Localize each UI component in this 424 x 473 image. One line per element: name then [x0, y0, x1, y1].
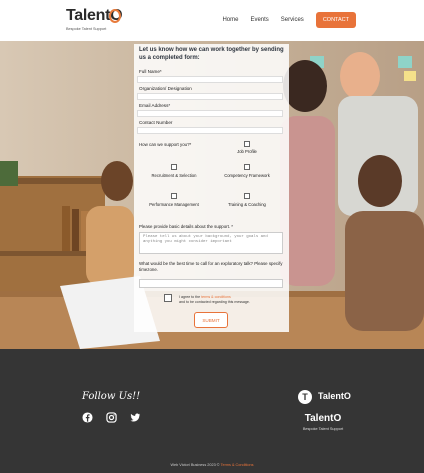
logo[interactable]: TalentO Bespoke Talent Support — [66, 7, 126, 35]
competency-checkbox[interactable] — [244, 164, 250, 170]
nav-home[interactable]: Home — [222, 17, 238, 23]
terms-footer-link[interactable]: Terms & Conditions — [221, 463, 254, 467]
call-time-label: What would be the best time to call for … — [139, 261, 283, 272]
training-checkbox[interactable] — [244, 193, 250, 199]
organization-label: Organization/ Designation — [139, 86, 192, 91]
agree-text: I agree to the terms & conditions and to… — [179, 295, 269, 304]
submit-button[interactable]: SUBMIT — [194, 312, 228, 328]
footer-logo-text: TalentO — [318, 391, 351, 401]
facebook-icon[interactable] — [82, 412, 93, 423]
email-field[interactable] — [137, 110, 283, 117]
recruitment-label: Recruitment & Selection — [151, 173, 197, 178]
full-name-field[interactable] — [137, 76, 283, 83]
agree-checkbox[interactable] — [164, 294, 172, 302]
instagram-icon[interactable] — [106, 412, 117, 423]
contact-button[interactable]: CONTACT — [315, 12, 356, 28]
logo-ring-icon — [109, 9, 121, 23]
details-label: Please provide basic details about the s… — [139, 224, 233, 229]
full-name-label: Full Name* — [139, 69, 162, 74]
call-time-field[interactable] — [139, 279, 283, 288]
competency-label: Competency Framework — [224, 173, 270, 178]
training-label: Training & Coaching — [228, 202, 266, 207]
copyright: Web Victori Business 2023 © Terms & Cond… — [0, 463, 424, 467]
footer-logo-icon: T — [298, 390, 312, 404]
form-title: Let us know how we can work together by … — [139, 47, 284, 61]
follow-us-heading: Follow Us!! — [82, 391, 141, 402]
job-profile-label: Job Profile — [237, 149, 257, 154]
agree-suffix: and to be contacted regarding this messa… — [179, 299, 250, 304]
terms-link[interactable]: terms & conditions — [201, 295, 231, 299]
performance-checkbox[interactable] — [171, 193, 177, 199]
email-label: Email Address* — [139, 103, 171, 108]
details-textarea[interactable]: Please tell us about your background, yo… — [139, 232, 283, 254]
site-header: TalentO Bespoke Talent Support Home Even… — [0, 0, 424, 41]
recruitment-checkbox[interactable] — [171, 164, 177, 170]
site-footer — [0, 349, 424, 473]
contact-number-label: Contact Number — [139, 120, 173, 125]
twitter-icon[interactable] — [130, 412, 141, 423]
organization-field[interactable] — [137, 93, 283, 100]
logo-tagline: Bespoke Talent Support — [66, 27, 107, 31]
support-question-label: How can we support you?* — [139, 142, 192, 147]
nav-events[interactable]: Events — [250, 17, 268, 23]
contact-number-field[interactable] — [137, 127, 283, 134]
agree-prefix: I agree to the — [179, 295, 201, 299]
performance-label: Performance Management — [149, 202, 199, 207]
copyright-text: Web Victori Business 2023 © — [170, 463, 220, 467]
job-profile-checkbox[interactable] — [244, 141, 250, 147]
footer-brand-name: TalentO — [304, 413, 342, 424]
main-nav: Home Events Services CONTACT — [222, 12, 356, 28]
footer-brand-tagline: Bespoke Talent Support — [302, 427, 344, 431]
nav-services[interactable]: Services — [281, 17, 304, 23]
